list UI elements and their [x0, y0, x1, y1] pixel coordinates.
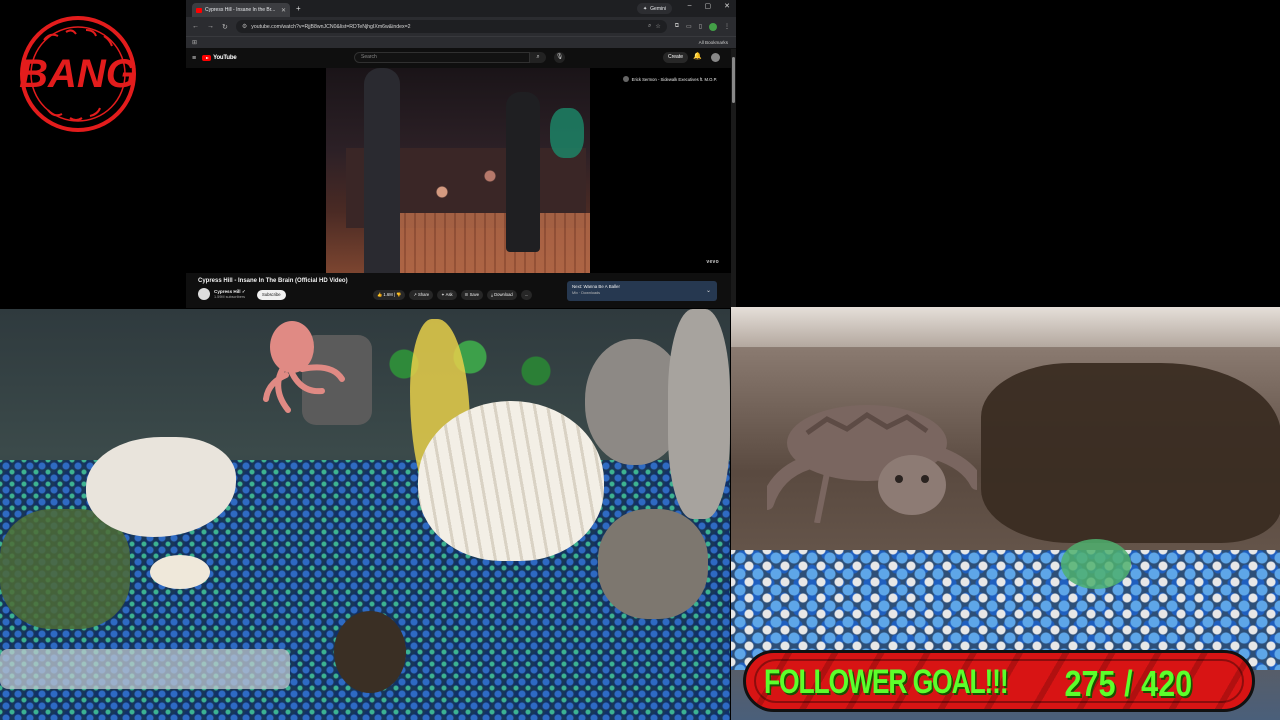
cast-icon[interactable]: ▭ [686, 23, 692, 30]
video-performer-left [364, 68, 400, 273]
extensions-icon[interactable]: ⧉ [675, 23, 679, 30]
follower-goal-count: 275 / 420 [1064, 663, 1192, 704]
new-tab-icon[interactable]: + [296, 4, 301, 13]
gemini-label: Gemini [650, 5, 666, 12]
chevron-down-icon[interactable]: ⌄ [706, 287, 711, 294]
youtube-play-icon [202, 55, 212, 61]
subscriber-count: 1.59M subscribers [214, 295, 246, 299]
video-actions: 👍 1.6M | 👎 ↗ Share ✦ Ask ☰ Save ⤓ Downlo… [373, 290, 533, 300]
youtube-favicon-icon [196, 7, 202, 13]
gemini-button[interactable]: ✦ Gemini [636, 3, 672, 14]
close-window-icon[interactable]: ✕ [724, 2, 730, 10]
notifications-bell-icon[interactable]: 🔔 [693, 52, 702, 60]
tank-green-glass-stone [1061, 539, 1131, 589]
microphone-icon[interactable]: 🎙 [554, 52, 565, 63]
window-controls: – ▢ ✕ [688, 2, 730, 10]
share-button[interactable]: ↗ Share [409, 290, 434, 300]
video-frame [326, 68, 590, 273]
overlay-channel-icon [622, 76, 629, 82]
forward-icon[interactable]: → [207, 23, 214, 30]
overlay-text: Erick Sermon - Sidewalk Executives ft. M… [631, 76, 717, 82]
address-row: ← → ↻ ⚙ youtube.com/watch?v=RjjB8wnJCN0&… [186, 17, 736, 36]
toolbar-icons: ⧉ ▭ ▯ ⋮ [675, 22, 730, 31]
download-label: Download [494, 292, 513, 297]
svg-text:BANG: BANG [19, 52, 137, 96]
aquarium-green-plant [360, 329, 580, 399]
up-next-title: Next: Wanna Be A Baller [572, 284, 620, 289]
channel-avatar[interactable] [198, 288, 210, 300]
maximize-icon[interactable]: ▢ [705, 2, 712, 10]
video-overlay-info[interactable]: Erick Sermon - Sidewalk Executives ft. M… [622, 76, 717, 82]
zoom-icon[interactable]: ⌕ [648, 23, 651, 30]
video-stage-floor [396, 213, 590, 273]
create-button[interactable]: Create [662, 52, 688, 63]
video-title: Cypress Hill - Insane In The Brain (Offi… [198, 278, 348, 284]
youtube-header: ≡ YouTube Search ⌕ 🎙 Create 🔔 [186, 48, 736, 68]
tab-title: Cypress Hill - Insane In the Br... [205, 7, 276, 13]
bang-logo-graphic: BANG [19, 16, 137, 132]
vevo-watermark: vevo [706, 259, 719, 265]
like-count: 1.6M [383, 292, 393, 297]
video-stage-light [550, 108, 584, 158]
youtube-logo[interactable]: YouTube [202, 55, 237, 61]
bang-logo: BANG [14, 14, 142, 136]
ask-button[interactable]: ✦ Ask [437, 290, 457, 300]
aquarium-small-shell [150, 555, 210, 589]
tank-driftwood [981, 363, 1280, 543]
like-button[interactable]: 👍 1.6M | 👎 [373, 290, 406, 300]
snapping-turtle-icon [767, 405, 977, 523]
aquarium-cam-left [0, 309, 730, 720]
up-next-panel[interactable]: Next: Wanna Be A Baller Mix · Downloads … [567, 281, 717, 301]
share-label: Share [418, 292, 430, 297]
channel-info: Cypress Hill ✓ 1.59M subscribers [198, 288, 246, 300]
video-player[interactable]: Erick Sermon - Sidewalk Executives ft. M… [186, 68, 731, 273]
up-next-subtitle: Mix · Downloads [572, 291, 601, 295]
search-icon[interactable]: ⌕ [530, 52, 546, 63]
bookmarks-bar: ⊞ All Bookmarks [186, 36, 736, 48]
sidepanel-icon[interactable]: ▯ [699, 23, 702, 30]
tab-strip: Cypress Hill - Insane In the Br... ✕ + ✦… [186, 0, 736, 17]
gemini-icon: ✦ [642, 5, 648, 12]
back-icon[interactable]: ← [192, 23, 199, 30]
tank-waterline [731, 307, 1280, 347]
scrollbar[interactable] [731, 49, 736, 308]
url-text: youtube.com/watch?v=RjjB8wnJCN0&list=RDT… [251, 23, 411, 30]
follower-goal-label: FOLLOWER GOAL!!! [764, 663, 1009, 701]
user-avatar[interactable] [711, 53, 720, 62]
apps-icon[interactable]: ⊞ [192, 39, 197, 46]
address-bar[interactable]: ⚙ youtube.com/watch?v=RjjB8wnJCN0&list=R… [235, 20, 667, 33]
octopus-ornament-icon [263, 321, 372, 425]
hamburger-menu-icon[interactable]: ≡ [192, 55, 196, 62]
browser-window: Cypress Hill - Insane In the Br... ✕ + ✦… [186, 0, 736, 308]
minimize-icon[interactable]: – [688, 2, 692, 10]
aquarium-scallop-shell [418, 401, 604, 561]
save-label: Save [469, 292, 480, 297]
small-turtle [334, 611, 406, 693]
tab-close-icon[interactable]: ✕ [281, 7, 286, 14]
youtube-wordmark: YouTube [213, 55, 237, 61]
bookmark-star-icon[interactable]: ☆ [655, 23, 660, 30]
reload-icon[interactable]: ↻ [222, 23, 228, 31]
youtube-search-input[interactable]: Search [354, 52, 530, 63]
tab-youtube[interactable]: Cypress Hill - Insane In the Br... ✕ [192, 3, 290, 17]
aquarium-rock [668, 309, 730, 519]
download-button[interactable]: ⤓ Download [487, 290, 517, 300]
more-actions-button[interactable]: ... [520, 290, 533, 300]
stream-layout: BANG Cypress Hill - Insane In the Br... … [0, 0, 1280, 720]
all-bookmarks[interactable]: All Bookmarks [699, 40, 728, 45]
site-info-icon[interactable]: ⚙ [242, 23, 247, 30]
aquarium-filter-pipe [0, 649, 290, 689]
scrollbar-thumb[interactable] [732, 57, 735, 103]
follower-goal-bar: FOLLOWER GOAL!!! 275 / 420 [743, 650, 1255, 712]
profile-avatar[interactable] [709, 22, 717, 31]
menu-icon[interactable]: ⋮ [724, 23, 730, 30]
ask-label: Ask [445, 292, 453, 297]
video-performer-right [506, 92, 540, 252]
save-button[interactable]: ☰ Save [460, 290, 484, 300]
subscribe-button[interactable]: Subscribe [257, 290, 286, 300]
aquarium-rock [598, 509, 708, 619]
